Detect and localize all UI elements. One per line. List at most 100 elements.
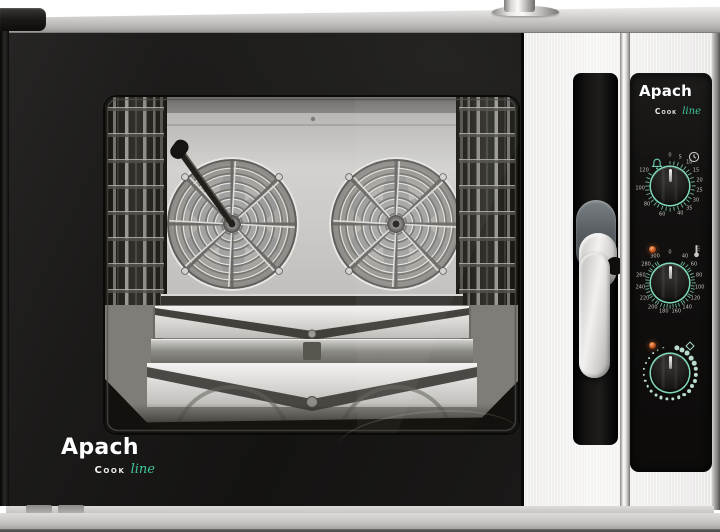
- steam-scale-dot: [674, 345, 679, 350]
- dial-scale-label: 80: [696, 273, 702, 278]
- dial-tick: [690, 193, 694, 195]
- dial-tick: [690, 273, 694, 275]
- dial-scale-label: 220: [640, 296, 650, 301]
- steam-scale-dot: [654, 393, 657, 396]
- dial-scale-label: 40: [677, 212, 683, 217]
- dial-tick: [645, 276, 649, 278]
- door-handle[interactable]: [579, 253, 610, 378]
- dial-tick: [684, 202, 687, 205]
- door-left-edge: [0, 31, 9, 506]
- steam-scale-dot: [671, 397, 674, 400]
- steam-scale-dot: [646, 385, 649, 388]
- dial-tick: [645, 181, 649, 183]
- panel-brand-line-script: line: [682, 106, 701, 117]
- steam-scale-dot: [648, 357, 650, 359]
- steam-scale-dot: [650, 390, 653, 393]
- steam-indicator-light: [648, 341, 657, 350]
- dial-tick: [646, 291, 650, 293]
- timer-knob-pointer: [669, 169, 672, 182]
- dial-tick: [648, 196, 652, 199]
- dial-tick: [686, 200, 689, 203]
- dial-tick: [680, 205, 683, 209]
- steam-scale-dot: [652, 353, 654, 355]
- heating-indicator-light: [648, 245, 657, 254]
- dial-tick: [660, 303, 662, 307]
- dial-tick: [645, 189, 649, 191]
- steam-knob[interactable]: [651, 354, 689, 392]
- dial-tick: [645, 185, 649, 186]
- alarm-bell-icon: [651, 158, 663, 170]
- dial-tick: [663, 304, 665, 308]
- dial-tick: [650, 267, 653, 270]
- steam-scale-dot: [692, 361, 697, 366]
- dial-scale-label: 240: [636, 285, 646, 290]
- dial-tick: [686, 169, 689, 172]
- dial-tick: [646, 177, 650, 179]
- dial-tick: [677, 162, 679, 166]
- dial-tick: [661, 206, 663, 210]
- dial-tick: [685, 298, 688, 301]
- steam-scale-dot: [677, 396, 681, 400]
- dial-tick: [691, 276, 695, 278]
- oven-door[interactable]: Apach Cook line: [9, 33, 521, 506]
- dial-scale-label: 0: [668, 251, 671, 256]
- dial-tick: [689, 173, 693, 176]
- dial-tick: [691, 285, 695, 287]
- dial-scale-label: 0: [668, 154, 671, 159]
- dial-scale-label: 160: [671, 310, 681, 315]
- body-right-edge: [712, 33, 720, 510]
- dial-scale-label: 35: [686, 206, 692, 211]
- steam-scale-dot: [693, 379, 697, 383]
- temperature-knob[interactable]: [651, 264, 689, 302]
- panel-brand-name: Apach: [639, 84, 692, 99]
- dial-tick: [690, 177, 694, 179]
- steam-scale-dot: [660, 396, 663, 399]
- steam-scale-dot: [644, 380, 646, 382]
- dial-tick: [680, 164, 683, 168]
- dial-tick: [673, 161, 675, 165]
- door-brand-cook: Cook: [94, 465, 125, 476]
- dial-scale-label: 100: [695, 285, 705, 290]
- dial-scale-label: 260: [636, 273, 646, 278]
- steam-scale-dot: [643, 374, 645, 376]
- dial-scale-label: 80: [644, 203, 650, 208]
- dial-tick: [689, 196, 693, 199]
- dial-scale-label: 120: [691, 296, 701, 301]
- dial-tick: [645, 279, 649, 281]
- dial-scale-label: 40: [682, 255, 688, 260]
- dial-tick: [690, 291, 694, 293]
- steam-scale-dot: [687, 389, 691, 393]
- dial-scale-label: 100: [635, 186, 645, 191]
- steam-scale-dot: [643, 368, 645, 370]
- door-brand-name: Apach: [61, 437, 155, 459]
- dial-tick: [669, 305, 670, 309]
- dial-scale-label: 5: [679, 155, 682, 160]
- dial-scale-label: 300: [650, 255, 660, 260]
- dial-scale-label: 200: [648, 305, 658, 310]
- panel-brand-cook: Cook: [655, 107, 677, 116]
- steam-diamond-icon: [684, 340, 696, 352]
- steam-scale-dot: [657, 349, 659, 351]
- steam-scale-dot: [645, 362, 647, 364]
- timer-knob[interactable]: [651, 167, 689, 205]
- dial-scale-label: 25: [696, 189, 702, 194]
- dial-tick: [666, 304, 668, 308]
- steam-scale-dot: [665, 397, 668, 400]
- dial-tick: [646, 273, 650, 275]
- dial-tick: [669, 161, 670, 165]
- dial-tick: [683, 300, 686, 303]
- steam-scale-dot: [682, 393, 686, 397]
- dial-tick: [692, 282, 696, 283]
- steam-scale-dot: [693, 367, 697, 371]
- dial-scale-label: 60: [691, 262, 697, 267]
- steam-scale-dot: [690, 384, 694, 388]
- temperature-knob-pointer: [669, 266, 672, 279]
- dial-tick: [669, 208, 670, 212]
- base-plinth: [0, 513, 720, 530]
- control-panel: Apach Cook line 051015202530354060801001…: [630, 73, 712, 472]
- dial-tick: [687, 296, 690, 299]
- dial-tick: [646, 193, 650, 195]
- dial-tick: [673, 207, 675, 211]
- dial-tick: [657, 261, 660, 265]
- dial-tick: [691, 288, 695, 290]
